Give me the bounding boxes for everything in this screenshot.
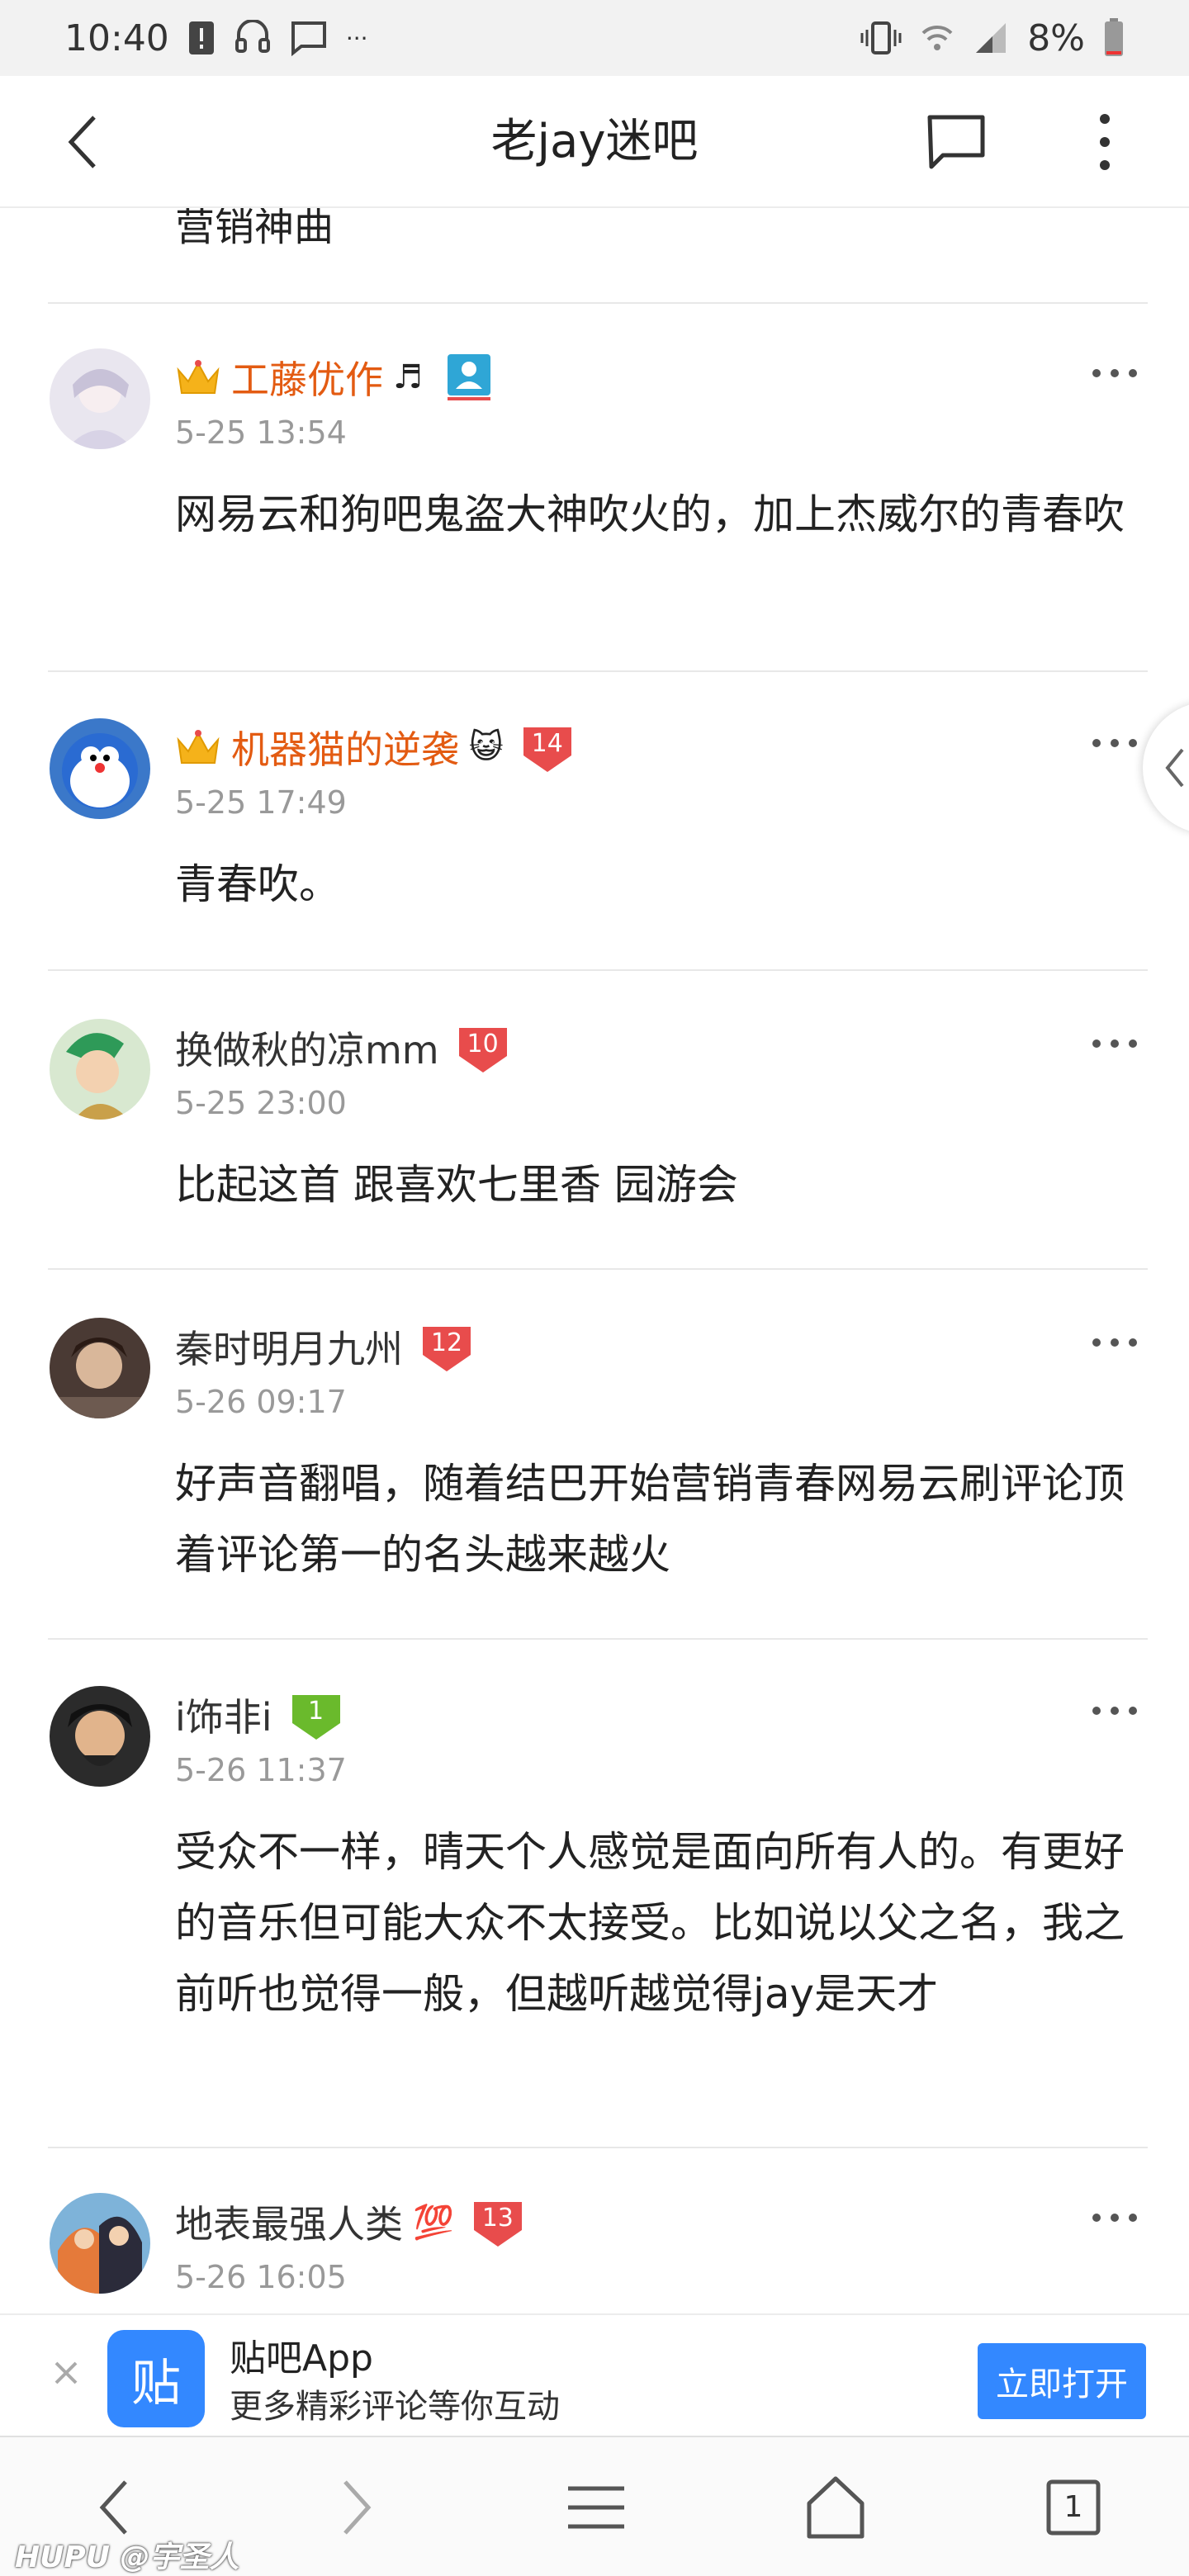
post-time: 5-25 17:49 xyxy=(175,784,347,821)
avatar[interactable] xyxy=(50,2193,150,2294)
username[interactable]: 换做秋的凉mm xyxy=(175,1020,439,1075)
cat-emoji: 😺 xyxy=(469,728,504,766)
app-promo-banner: 贴 贴吧App 更多精彩评论等你互动 立即打开 xyxy=(0,2313,1189,2436)
username-row: 地表最强人类 💯 13 xyxy=(175,2193,525,2251)
home-icon[interactable] xyxy=(803,2470,869,2545)
avatar[interactable] xyxy=(50,1686,150,1787)
more-horizontal-icon[interactable] xyxy=(1090,365,1139,381)
post-body: 受众不一样，晴天个人感觉是面向所有人的。有更好的音乐但可能大众不太接受。比如说以… xyxy=(175,1828,1125,2018)
forward-icon[interactable] xyxy=(322,2470,388,2545)
post-time: 5-26 16:05 xyxy=(175,2259,347,2295)
divider xyxy=(48,1268,1148,1270)
username-row: 工藤优作 ♬ xyxy=(175,348,492,406)
avatar[interactable] xyxy=(50,718,150,819)
username-row: i饰非i 1 xyxy=(175,1686,343,1744)
vibrate-icon xyxy=(860,21,902,54)
divider xyxy=(48,1638,1148,1640)
signal-icon xyxy=(976,23,1007,53)
wifi-icon xyxy=(921,25,953,50)
post-time: 5-26 11:37 xyxy=(175,1752,347,1788)
avatar[interactable] xyxy=(50,348,150,449)
level-badge: 13 xyxy=(471,2199,525,2247)
avatar[interactable] xyxy=(50,1318,150,1418)
watermark: HUPU @宇圣人 xyxy=(15,2540,239,2574)
post-body: 比起这首 跟喜欢七里香 园游会 xyxy=(175,1161,738,1209)
more-horizontal-icon[interactable] xyxy=(1090,1334,1139,1351)
more-horizontal-icon[interactable] xyxy=(1090,2209,1139,2226)
crown-icon xyxy=(177,360,220,394)
alert-icon xyxy=(188,21,214,54)
username[interactable]: i饰非i xyxy=(175,1688,272,1742)
username[interactable]: 地表最强人类 xyxy=(175,2195,403,2249)
more-horizontal-icon[interactable] xyxy=(1090,1035,1139,1052)
battery-percent: 8% xyxy=(1027,17,1085,59)
close-icon[interactable] xyxy=(50,2356,83,2389)
post-body: 青春吹。 xyxy=(175,860,340,908)
app-description: 更多精彩评论等你互动 xyxy=(230,2388,560,2426)
post-time: 5-25 13:54 xyxy=(175,414,347,451)
app-logo: 贴 xyxy=(107,2330,205,2427)
open-app-button[interactable]: 立即打开 xyxy=(978,2343,1146,2419)
battery-icon xyxy=(1105,18,1123,56)
more-vertical-icon[interactable] xyxy=(1088,109,1121,175)
chevron-left-icon xyxy=(1165,748,1184,788)
post-body: 网易云和狗吧鬼盗大神吹火的，加上杰威尔的青春吹 xyxy=(175,490,1125,538)
more-horizontal-icon[interactable] xyxy=(1090,1702,1139,1719)
tabs-button[interactable]: 1 xyxy=(1040,2470,1106,2545)
comment-icon[interactable] xyxy=(925,111,988,173)
username-row: 秦时明月九州 12 xyxy=(175,1318,474,1376)
level-badge: 10 xyxy=(456,1025,510,1073)
more-horizontal-icon[interactable] xyxy=(1090,735,1139,751)
username[interactable]: 工藤优作 xyxy=(231,350,383,405)
app-name: 贴吧App xyxy=(230,2337,373,2379)
level-badge: 14 xyxy=(520,724,575,772)
hundred-emoji: 💯 xyxy=(413,2203,454,2242)
message-icon xyxy=(291,21,326,56)
previous-post-text: 营销神曲 xyxy=(175,208,334,250)
user-card-icon xyxy=(447,354,490,400)
clock: 10:40 xyxy=(64,17,169,59)
headset-icon xyxy=(234,20,270,53)
divider xyxy=(48,2147,1148,2148)
divider xyxy=(48,969,1148,971)
comment-feed[interactable]: 营销神曲 工藤优作 ♬ 5-25 13:54 网易云和狗吧鬼盗大神吹火的，加上杰… xyxy=(0,208,1189,2313)
avatar[interactable] xyxy=(50,1019,150,1120)
username-row: 换做秋的凉mm 10 xyxy=(175,1019,510,1077)
username[interactable]: 机器猫的逆袭 xyxy=(231,720,459,774)
crown-icon xyxy=(177,730,220,764)
music-note-icon: ♬ xyxy=(393,358,423,396)
divider xyxy=(48,302,1148,304)
notification-more: ··· xyxy=(345,24,368,52)
status-bar: 10:40 ··· 8% xyxy=(0,0,1189,76)
username[interactable]: 秦时明月九州 xyxy=(175,1319,403,1374)
post-time: 5-25 23:00 xyxy=(175,1085,347,1121)
menu-icon[interactable] xyxy=(563,2470,629,2545)
top-nav: 老jay迷吧 xyxy=(0,76,1189,208)
post-time: 5-26 09:17 xyxy=(175,1384,347,1420)
page-title: 老jay迷吧 xyxy=(490,115,699,168)
level-badge: 12 xyxy=(419,1324,474,1371)
level-badge: 1 xyxy=(289,1692,343,1740)
divider xyxy=(48,670,1148,672)
tab-count: 1 xyxy=(1063,2490,1083,2524)
username-row: 机器猫的逆袭 😺 14 xyxy=(175,718,575,776)
post-body: 好声音翻唱，随着结巴开始营销青春网易云刷评论顶着评论第一的名头越来越火 xyxy=(175,1460,1125,1579)
